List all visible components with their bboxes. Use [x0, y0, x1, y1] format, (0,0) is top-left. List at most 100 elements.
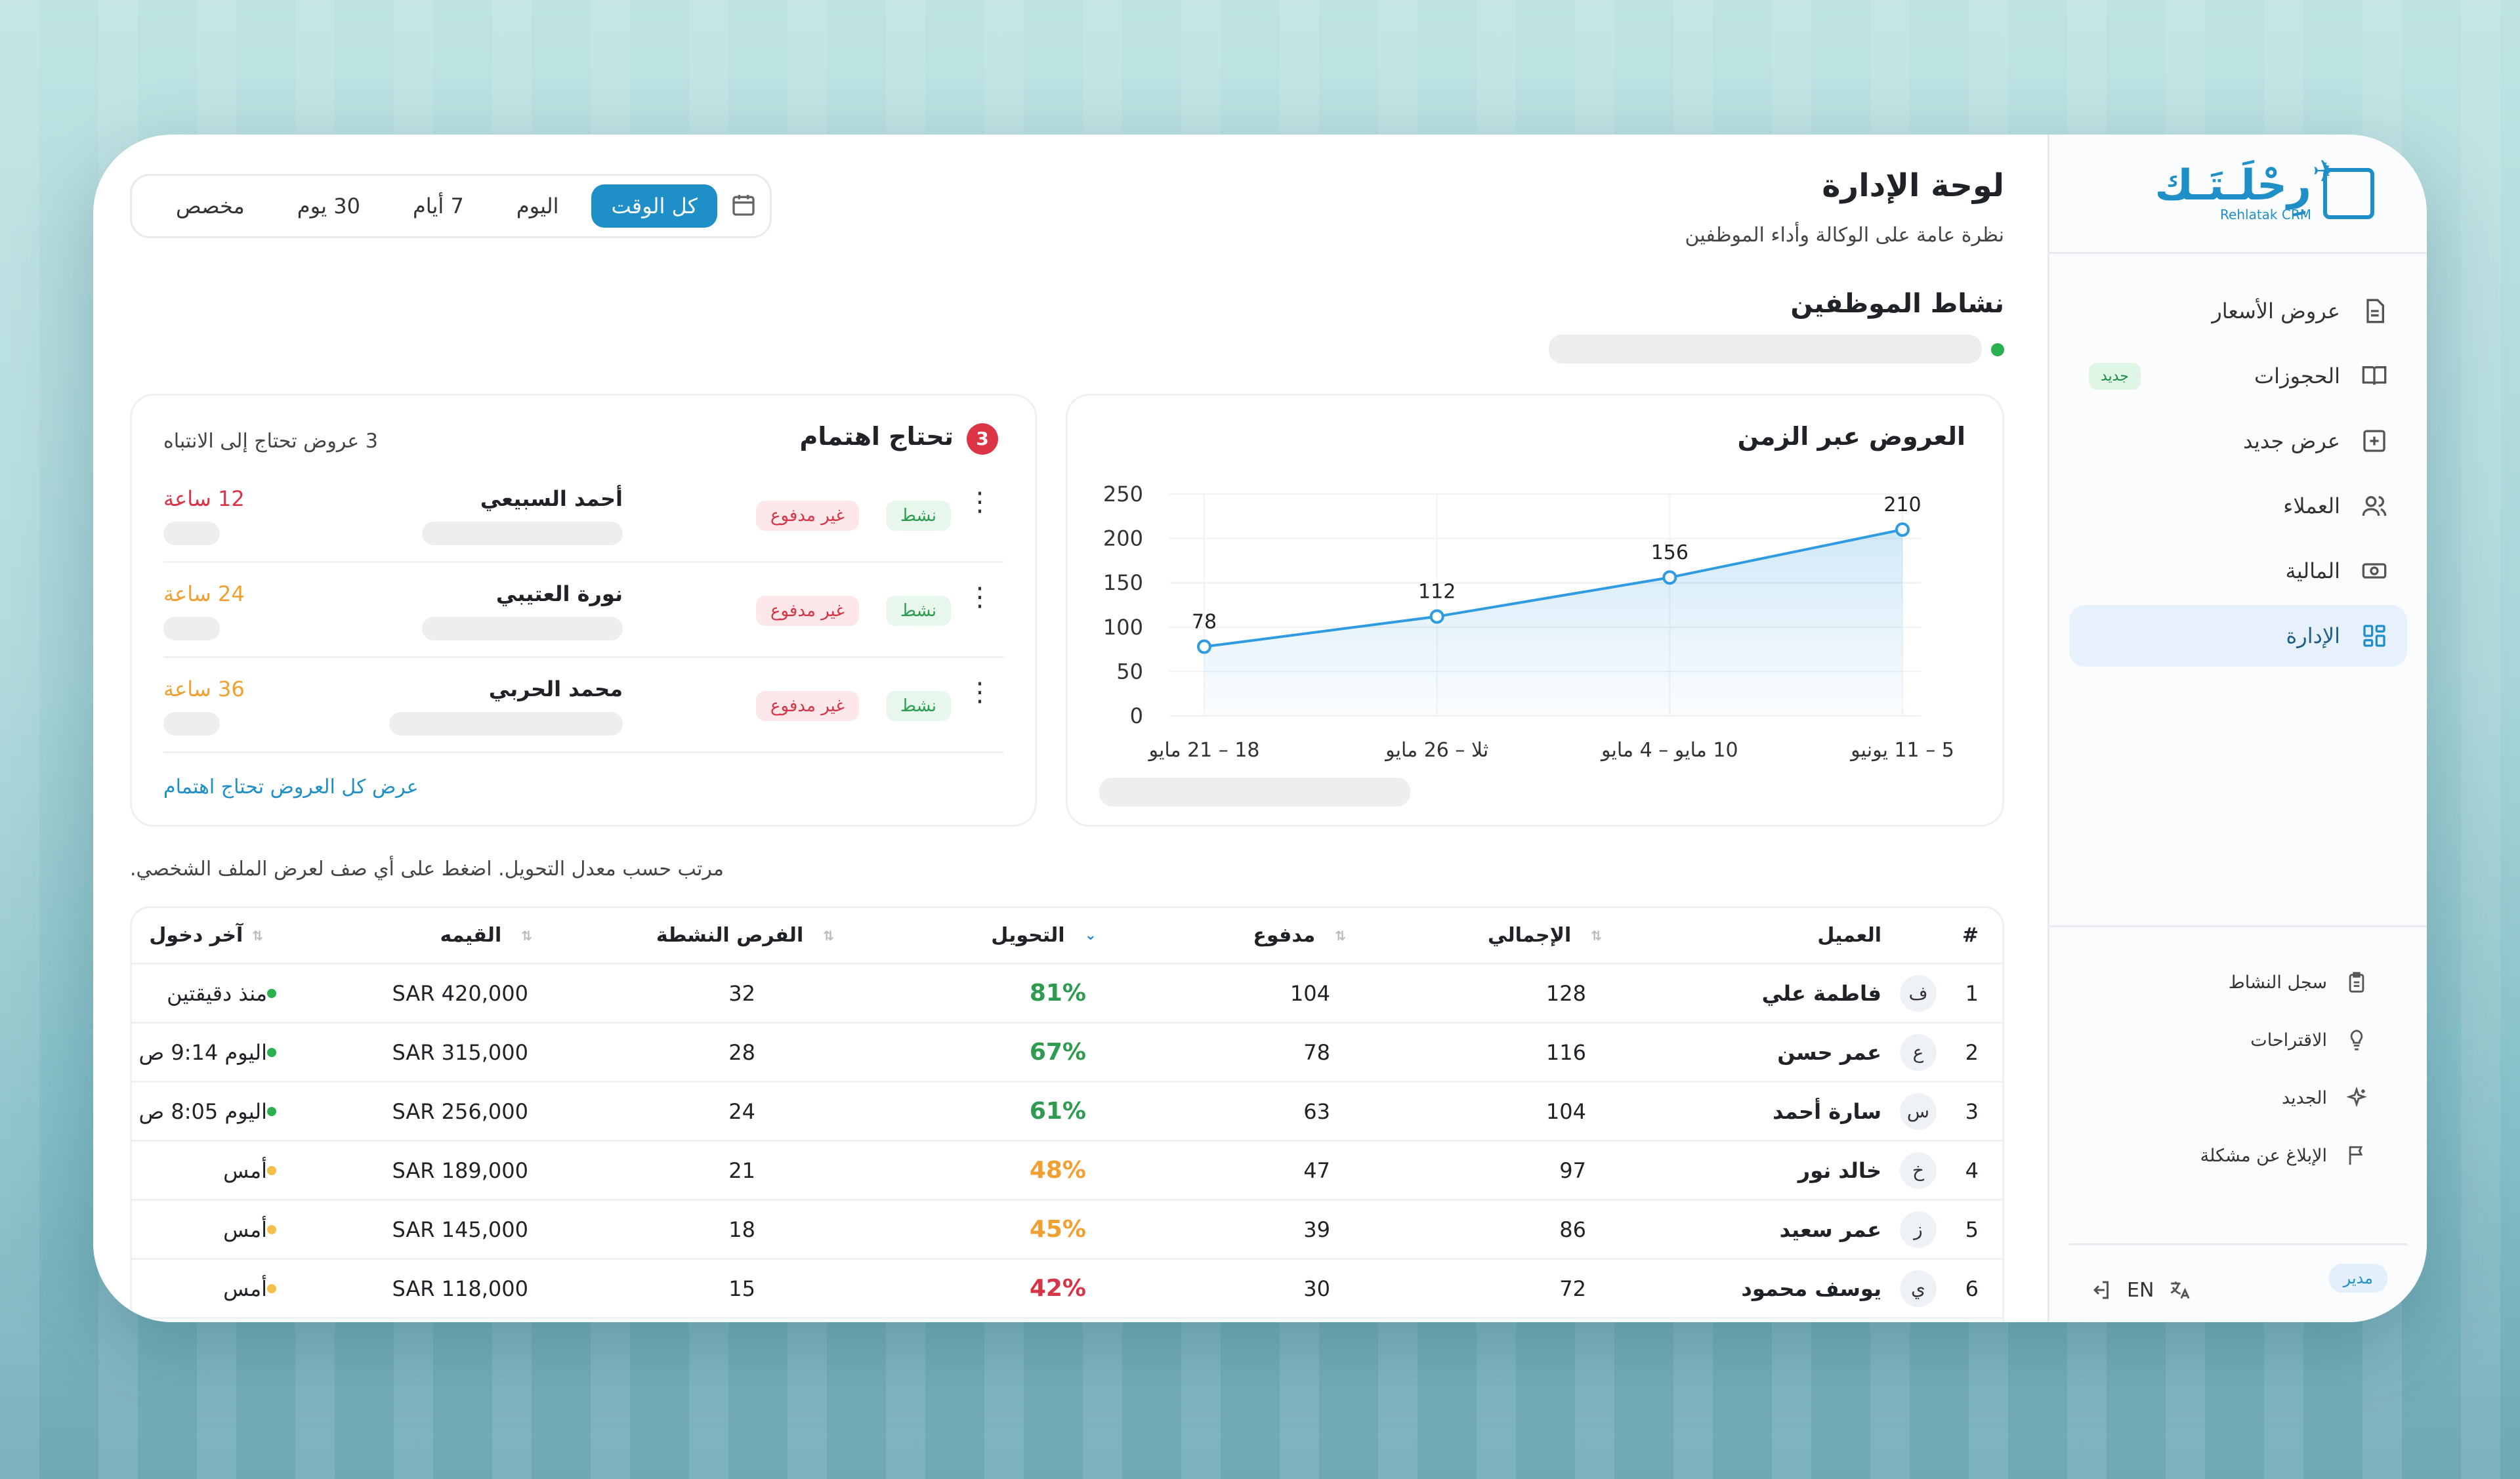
row-number: 1 [1965, 980, 1979, 1006]
filter-7-days[interactable]: 7 أيام [393, 184, 484, 228]
language-toggle[interactable]: EN [2127, 1279, 2154, 1302]
col-conversion-label: التحويل [991, 924, 1065, 947]
y-tick-label: 100 [1103, 615, 1143, 640]
sidebar-item-bookings[interactable]: الحجوزات جديد [2069, 345, 2407, 407]
data-label: 156 [1651, 541, 1689, 564]
sidebar-nav: عروض الأسعار الحجوزات جديد عرض جديد العم… [2049, 254, 2427, 667]
loading-placeholder [1549, 335, 1982, 364]
logo-icon [2313, 154, 2374, 219]
filter-today[interactable]: اليوم [497, 184, 579, 228]
view-all-attention-link[interactable]: عرض كل العروض تحتاج اهتمام [163, 776, 419, 799]
sidebar-bottom-nav: سجل النشاط الاقتراحات الجديد الإبلاغ عن … [2049, 925, 2427, 1184]
loading-placeholder [422, 617, 623, 640]
data-point[interactable] [1662, 570, 1677, 585]
staff-table: # العميل ⇅ الإجمالي ⇅ مدفوع ⌄ التحويل ⇅ الفر… [130, 906, 2004, 1322]
data-label: 210 [1883, 493, 1921, 516]
sidebar-item-label: عرض جديد [2243, 428, 2340, 453]
sidebar-item-admin[interactable]: الإدارة [2069, 605, 2407, 667]
status-badge: نشط [885, 691, 951, 721]
staff-activity-title: نشاط الموظفين [1790, 289, 2004, 319]
data-point[interactable] [1429, 609, 1444, 624]
lightbulb-icon [2350, 1030, 2363, 1051]
last-login-text: اليوم 8:05 ص [138, 1098, 267, 1124]
active-value: 21 [728, 1157, 755, 1183]
active-value: 32 [728, 980, 755, 1006]
total-value: 116 [1545, 1039, 1586, 1065]
col-value-label: القيمه [440, 924, 502, 947]
loading-placeholder [163, 712, 220, 736]
client-name: عمر حسن [1777, 1039, 1881, 1065]
sidebar-item-suggestions[interactable]: الاقتراحات [2069, 1011, 2387, 1069]
sidebar-item-activity-log[interactable]: سجل النشاط [2069, 953, 2387, 1011]
filter-all-time[interactable]: كل الوقت [591, 184, 717, 228]
logo[interactable]: رِحْلَـتَـك Rehlatak CRM [2049, 135, 2427, 254]
grid-icon [2361, 623, 2387, 649]
conversion-value: 45% [1029, 1216, 1086, 1243]
wait-time: 24 ساعة [163, 581, 245, 606]
calendar-icon[interactable] [730, 192, 757, 220]
active-value: 28 [728, 1039, 755, 1065]
filter-custom[interactable]: مخصص [156, 184, 264, 228]
wait-time: 12 ساعة [163, 486, 245, 511]
loading-placeholder [422, 522, 623, 545]
book-icon [2361, 363, 2387, 389]
table-row[interactable]: 6 ي يوسف محمود 72 30 42% 15 SAR 118,000 أمس [132, 1260, 2002, 1319]
col-last-login[interactable]: ⇅ آخر دخول [149, 908, 263, 963]
avatar: خ [1900, 1142, 1937, 1199]
value-amount: SAR 118,000 [392, 1276, 528, 1301]
sidebar-item-whats-new[interactable]: الجديد [2069, 1069, 2387, 1127]
status-badge: نشط [885, 596, 951, 626]
translate-icon[interactable] [2168, 1279, 2191, 1301]
col-conversion[interactable]: ⌄ التحويل [991, 908, 1097, 963]
table-row[interactable]: 2 ع عمر حسن 116 78 67% 28 SAR 315,000 اليوم 9:14… [132, 1024, 2002, 1083]
sidebar-item-finance[interactable]: المالية [2069, 540, 2407, 602]
avatar: ف [1900, 965, 1937, 1022]
col-value[interactable]: ⇅ القيمه [440, 908, 532, 963]
sidebar-item-quotes[interactable]: عروض الأسعار [2069, 280, 2407, 342]
attention-row[interactable]: ⋮ نشط غير مدفوع نورة العتيبي 24 ساعة [163, 563, 1003, 658]
col-paid[interactable]: ⇅ مدفوع [1253, 908, 1346, 963]
last-login: أمس [223, 1142, 303, 1199]
sort-icon: ⇅ [1335, 927, 1346, 944]
conversion-value: 61% [1029, 1098, 1086, 1125]
attention-row[interactable]: ⋮ نشط غير مدفوع محمد الحربي 36 ساعة [163, 658, 1003, 753]
col-total[interactable]: ⇅ الإجمالي [1488, 908, 1602, 963]
table-row[interactable]: 5 ز عمر سعيد 86 39 45% 18 SAR 145,000 أمس [132, 1201, 2002, 1260]
sort-icon: ⇅ [521, 927, 532, 944]
last-login: منذ دقيقتين [167, 965, 303, 1022]
data-point[interactable] [1895, 522, 1910, 537]
line-chart: 0 50 100 150 200 250 78 18 – 21 مايو 112 ثلا – 26… [1103, 482, 1954, 762]
more-options-icon[interactable]: ⋮ [967, 584, 993, 610]
value-amount: SAR 315,000 [392, 1039, 528, 1065]
col-client[interactable]: العميل [1817, 908, 1881, 963]
filter-30-days[interactable]: 30 يوم [278, 184, 380, 228]
more-options-icon[interactable]: ⋮ [967, 679, 993, 705]
table-row[interactable]: 3 س سارة أحمد 104 63 61% 24 SAR 256,000 اليوم 8:… [132, 1083, 2002, 1142]
table-row[interactable]: 4 خ خالد نور 97 47 48% 21 SAR 189,000 أمس [132, 1142, 2002, 1201]
col-active[interactable]: ⇅ الفرص النشطة [656, 908, 834, 963]
client-name: نورة العتيبي [495, 581, 623, 606]
attention-row[interactable]: ⋮ نشط غير مدفوع أحمد السبيعي 12 ساعة [163, 468, 1003, 563]
sparkles-icon [2346, 1087, 2367, 1108]
conversion-value: 81% [1029, 980, 1086, 1007]
sidebar-item-clients[interactable]: العملاء [2069, 475, 2407, 537]
more-options-icon[interactable]: ⋮ [967, 489, 993, 515]
x-tick-label: 10 مايو – 4 مايو [1600, 739, 1738, 762]
conversion-value: 42% [1029, 1275, 1086, 1302]
last-login: أمس [223, 1201, 303, 1258]
sort-icon: ⇅ [252, 927, 263, 944]
conversion-value: 67% [1029, 1039, 1086, 1066]
document-icon [2361, 298, 2387, 324]
data-point[interactable] [1197, 639, 1211, 654]
sidebar-item-report-issue[interactable]: الإبلاغ عن مشكلة [2069, 1127, 2387, 1184]
logout-icon[interactable] [2089, 1278, 2112, 1302]
avatar-initial: ز [1900, 1211, 1937, 1248]
table-row[interactable]: 1 ف فاطمة علي 128 104 81% 32 SAR 420,000 منذ دقي… [132, 965, 2002, 1024]
avatar-initial: خ [1900, 1152, 1937, 1189]
client-name: فاطمة علي [1761, 980, 1881, 1006]
date-filter-bar: كل الوقت اليوم 7 أيام 30 يوم مخصص [130, 174, 772, 238]
avatar: ع [1900, 1024, 1937, 1081]
sidebar-item-new-quote[interactable]: عرض جديد [2069, 410, 2407, 472]
new-badge: جديد [2089, 362, 2141, 390]
conversion-value: 48% [1029, 1157, 1086, 1184]
